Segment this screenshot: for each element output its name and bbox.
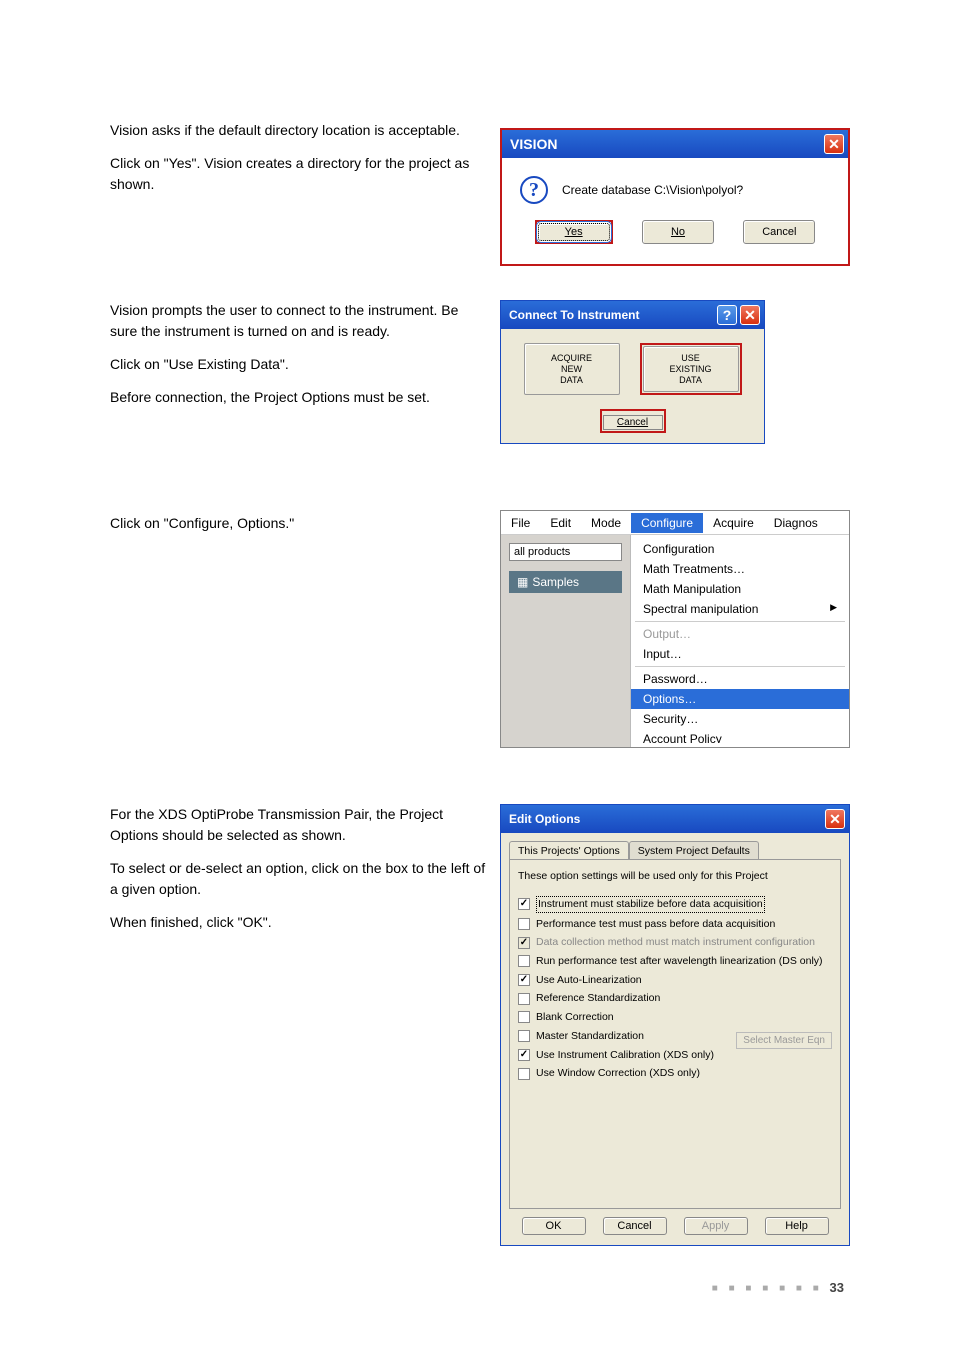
- checkbox[interactable]: [518, 918, 530, 930]
- vision-dialog: VISION ✕ ? Create database C:\Vision\pol…: [500, 128, 850, 266]
- menu-item-options[interactable]: Options…: [631, 689, 849, 709]
- paragraph: When finished, click "OK".: [110, 912, 490, 933]
- vision-title: VISION: [510, 136, 557, 152]
- configure-menu-screenshot: File Edit Mode Configure Acquire Diagnos…: [500, 510, 850, 748]
- checkbox: [518, 937, 530, 949]
- option-label: Instrument must stabilize before data ac…: [536, 896, 765, 913]
- menu-file[interactable]: File: [501, 513, 540, 533]
- close-icon[interactable]: ✕: [824, 134, 844, 154]
- cancel-button[interactable]: Cancel: [603, 1217, 667, 1235]
- chevron-right-icon: ▶: [830, 602, 837, 613]
- edit-options-title: Edit Options: [509, 812, 580, 826]
- checkbox[interactable]: [518, 1030, 530, 1042]
- paragraph: Vision asks if the default directory loc…: [110, 120, 480, 141]
- menu-item-account-policy[interactable]: Account Policy: [631, 729, 849, 743]
- vision-titlebar: VISION ✕: [502, 130, 848, 158]
- menu-item-output: Output…: [631, 624, 849, 644]
- tab-system-defaults[interactable]: System Project Defaults: [629, 841, 759, 859]
- checkbox[interactable]: [518, 955, 530, 967]
- tab-this-project[interactable]: This Projects' Options: [509, 841, 629, 859]
- paragraph: To select or de-select an option, click …: [110, 858, 490, 900]
- samples-label: Samples: [532, 575, 579, 589]
- yes-button[interactable]: Yes: [538, 223, 610, 241]
- checkbox[interactable]: [518, 974, 530, 986]
- close-icon[interactable]: ✕: [825, 809, 845, 829]
- help-button[interactable]: Help: [765, 1217, 829, 1235]
- product-combo[interactable]: all products: [509, 543, 622, 561]
- connect-dialog: Connect To Instrument ? ✕ ACQUIRE NEW DA…: [500, 300, 765, 444]
- checkbox[interactable]: [518, 898, 530, 910]
- menu-item-password[interactable]: Password…: [631, 669, 849, 689]
- cancel-button[interactable]: Cancel: [743, 220, 815, 244]
- edit-options-dialog: Edit Options ✕ This Projects' Options Sy…: [500, 804, 850, 1246]
- menu-item-label: Spectral manipulation: [643, 602, 758, 616]
- highlight-cancel: Cancel: [600, 409, 666, 433]
- checkbox[interactable]: [518, 1049, 530, 1061]
- menu-mode[interactable]: Mode: [581, 513, 631, 533]
- use-existing-data-button[interactable]: USE EXISTING DATA: [643, 346, 739, 392]
- menu-item-math-treatments[interactable]: Math Treatments…: [631, 559, 849, 579]
- page-number: ■ ■ ■ ■ ■ ■ ■ 33: [712, 1280, 844, 1295]
- options-panel: These option settings will be used only …: [509, 859, 841, 1209]
- option-row: Reference Standardization: [518, 991, 832, 1006]
- menu-diagnos[interactable]: Diagnos: [764, 513, 828, 533]
- samples-tab[interactable]: ▦ Samples: [509, 571, 622, 593]
- option-row: Performance test must pass before data a…: [518, 917, 832, 932]
- samples-icon: ▦: [517, 575, 528, 589]
- menu-item-math-manipulation[interactable]: Math Manipulation: [631, 579, 849, 599]
- close-icon[interactable]: ✕: [740, 305, 760, 325]
- acquire-new-data-button[interactable]: ACQUIRE NEW DATA: [524, 343, 620, 395]
- configure-dropdown: Configuration Math Treatments… Math Mani…: [631, 535, 849, 747]
- option-row: Use Window Correction (XDS only): [518, 1066, 832, 1081]
- option-label: Use Window Correction (XDS only): [536, 1066, 700, 1081]
- checkbox[interactable]: [518, 1068, 530, 1080]
- option-row: Run performance test after wavelength li…: [518, 954, 832, 969]
- ok-button[interactable]: OK: [522, 1217, 586, 1235]
- highlight-use-existing: USE EXISTING DATA: [640, 343, 742, 395]
- paragraph: Before connection, the Project Options m…: [110, 387, 480, 408]
- checkbox[interactable]: [518, 993, 530, 1005]
- option-row: Use Instrument Calibration (XDS only): [518, 1048, 832, 1063]
- option-label: Blank Correction: [536, 1010, 614, 1025]
- menu-separator: [635, 666, 845, 667]
- paragraph: Click on "Configure, Options.": [110, 513, 480, 534]
- vision-message: Create database C:\Vision\polyol?: [562, 183, 743, 197]
- option-label: Use Instrument Calibration (XDS only): [536, 1048, 714, 1063]
- menu-configure[interactable]: Configure: [631, 513, 703, 533]
- cancel-button[interactable]: Cancel: [603, 415, 663, 430]
- menu-item-configuration[interactable]: Configuration: [631, 539, 849, 559]
- option-row: Data collection method must match instru…: [518, 935, 832, 950]
- no-button[interactable]: No: [642, 220, 714, 244]
- checkbox[interactable]: [518, 1011, 530, 1023]
- paragraph: Vision prompts the user to connect to th…: [110, 300, 480, 342]
- menu-item-input[interactable]: Input…: [631, 644, 849, 664]
- menu-item-spectral-manipulation[interactable]: Spectral manipulation ▶: [631, 599, 849, 619]
- menu-acquire[interactable]: Acquire: [703, 513, 764, 533]
- options-note: These option settings will be used only …: [518, 870, 832, 882]
- option-label: Reference Standardization: [536, 991, 660, 1006]
- apply-button: Apply: [684, 1217, 748, 1235]
- highlight-yes: Yes: [535, 220, 613, 244]
- option-row: Instrument must stabilize before data ac…: [518, 896, 832, 913]
- edit-options-titlebar: Edit Options ✕: [501, 805, 849, 833]
- menu-bar: File Edit Mode Configure Acquire Diagnos: [501, 511, 849, 535]
- paragraph: Click on "Use Existing Data".: [110, 354, 480, 375]
- option-label: Data collection method must match instru…: [536, 935, 815, 950]
- paragraph: For the XDS OptiProbe Transmission Pair,…: [110, 804, 490, 846]
- menu-item-security[interactable]: Security…: [631, 709, 849, 729]
- menu-separator: [635, 621, 845, 622]
- option-label: Master Standardization: [536, 1029, 644, 1044]
- option-label: Use Auto-Linearization: [536, 973, 642, 988]
- select-master-eqn-button: Select Master Eqn: [736, 1032, 832, 1049]
- option-label: Run performance test after wavelength li…: [536, 954, 823, 969]
- help-icon[interactable]: ?: [717, 305, 737, 325]
- option-label: Performance test must pass before data a…: [536, 917, 775, 932]
- option-row: Blank Correction: [518, 1010, 832, 1025]
- menu-edit[interactable]: Edit: [540, 513, 581, 533]
- option-row: Use Auto-Linearization: [518, 973, 832, 988]
- connect-titlebar: Connect To Instrument ? ✕: [501, 301, 764, 329]
- connect-title: Connect To Instrument: [509, 308, 639, 322]
- question-icon: ?: [520, 176, 548, 204]
- paragraph: Click on "Yes". Vision creates a directo…: [110, 153, 480, 195]
